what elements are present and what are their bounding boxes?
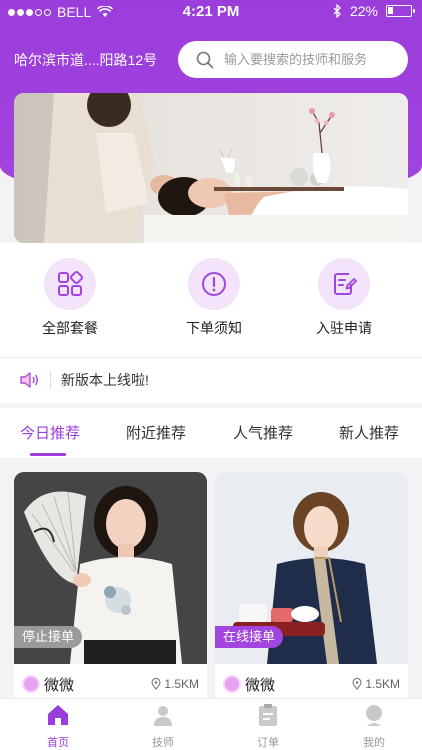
distance: 1.5KM (352, 677, 400, 691)
technician-name: 微微 (245, 676, 276, 694)
status-bar: BELL 4:21 PM 22% (0, 0, 422, 24)
order-icon (259, 704, 277, 726)
technician-photo: 停止接单 (14, 472, 207, 664)
distance: 1.5KM (151, 677, 199, 691)
tabbar-profile[interactable]: 我的 (344, 703, 404, 750)
technician-name: 微微 (44, 676, 75, 694)
feature-label: 入驻申请 (316, 320, 372, 336)
feature-shortcuts: 全部套餐 下单须知 入驻申请 (0, 258, 422, 348)
tabbar-home[interactable]: 首页 (28, 703, 88, 750)
tabbar-orders[interactable]: 订单 (238, 703, 298, 750)
tabbar-label: 技师 (152, 737, 174, 749)
tab-popular[interactable]: 人气推荐 (233, 422, 293, 443)
tabbar-technician[interactable]: 技师 (133, 703, 193, 750)
home-icon (48, 705, 68, 725)
divider (50, 370, 51, 389)
feature-join-apply[interactable]: 入驻申请 (294, 258, 394, 338)
promo-banner[interactable] (14, 93, 408, 243)
avatar (223, 675, 241, 693)
status-badge: 停止接单 (14, 626, 83, 648)
bluetooth-icon (333, 4, 341, 18)
location-pin-icon (352, 678, 362, 690)
feature-label: 全部套餐 (42, 320, 98, 336)
technician-card[interactable]: 停止接单 微微 1.5KM (14, 472, 207, 704)
banner-image (14, 93, 408, 243)
search-input[interactable] (224, 52, 394, 67)
feature-all-packages[interactable]: 全部套餐 (20, 258, 120, 338)
tabbar-label: 订单 (257, 737, 279, 749)
avatar (22, 675, 40, 693)
bottom-tab-bar: 首页 技师 订单 我的 (0, 698, 422, 750)
speaker-icon (20, 371, 38, 388)
tab-newcomer[interactable]: 新人推荐 (339, 422, 399, 443)
edit-document-icon (318, 258, 370, 310)
technician-icon (154, 706, 172, 726)
recommend-tabs: 今日推荐 附近推荐 人气推荐 新人推荐 (0, 408, 422, 458)
search-bar[interactable] (178, 41, 408, 78)
tab-nearby[interactable]: 附近推荐 (126, 422, 186, 443)
technician-card[interactable]: 在线接单 微微 1.5KM (215, 472, 408, 704)
distance-value: 1.5KM (365, 677, 400, 691)
distance-value: 1.5KM (164, 677, 199, 691)
grid-icon (44, 258, 96, 310)
profile-icon (366, 705, 382, 726)
location-pin-icon (151, 678, 161, 690)
tab-today[interactable]: 今日推荐 (20, 422, 80, 443)
battery-icon (386, 5, 415, 17)
battery-percent: 22% (349, 3, 378, 19)
alert-icon (188, 258, 240, 310)
location-label[interactable]: 哈尔滨市道....阳路12号 (14, 50, 157, 70)
tabbar-label: 我的 (363, 737, 385, 749)
status-badge: 在线接单 (215, 626, 284, 648)
tabbar-label: 首页 (47, 737, 69, 749)
feature-label: 下单须知 (186, 320, 242, 336)
technician-list: 停止接单 微微 1.5KM 在线接单 微微 1.5KM (0, 458, 422, 704)
announcement-bar[interactable]: 新版本上线啦! (0, 357, 422, 401)
tab-indicator (30, 453, 66, 456)
search-icon (196, 51, 214, 68)
feature-order-notice[interactable]: 下单须知 (164, 258, 264, 338)
technician-photo: 在线接单 (215, 472, 408, 664)
announcement-text: 新版本上线啦! (61, 371, 149, 388)
